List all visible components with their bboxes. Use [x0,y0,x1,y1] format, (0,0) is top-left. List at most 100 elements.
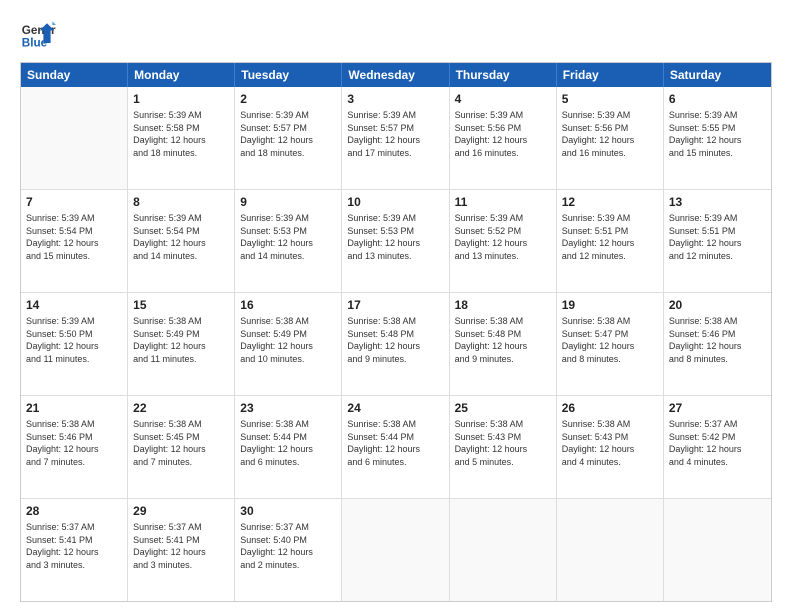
calendar-day-25: 25Sunrise: 5:38 AM Sunset: 5:43 PM Dayli… [450,396,557,498]
day-number: 27 [669,400,766,416]
calendar: SundayMondayTuesdayWednesdayThursdayFrid… [20,62,772,602]
day-number: 29 [133,503,229,519]
day-number: 22 [133,400,229,416]
calendar-empty-cell [557,499,664,601]
day-number: 16 [240,297,336,313]
day-number: 26 [562,400,658,416]
day-info: Sunrise: 5:39 AM Sunset: 5:54 PM Dayligh… [26,212,122,262]
calendar-day-20: 20 Sunrise: 5:38 AM Sunset: 5:46 PM Dayli… [664,293,771,395]
calendar-day-8: 8Sunrise: 5:39 AM Sunset: 5:54 PM Daylig… [128,190,235,292]
day-number: 24 [347,400,443,416]
day-info: Sunrise: 5:39 AM Sunset: 5:53 PM Dayligh… [240,212,336,262]
day-number: 18 [455,297,551,313]
day-info: Sunrise: 5:38 AM Sunset: 5:47 PM Dayligh… [562,315,658,365]
calendar-empty-cell [21,87,128,189]
calendar-day-23: 23 Sunrise: 5:38 AM Sunset: 5:44 PM Dayli… [235,396,342,498]
day-number: 20 [669,297,766,313]
day-number: 3 [347,91,443,107]
day-info: Sunrise: 5:39 AM Sunset: 5:50 PM Dayligh… [26,315,122,365]
day-number: 17 [347,297,443,313]
day-info: Sunrise: 5:38 AM Sunset: 5:45 PM Dayligh… [133,418,229,468]
day-info: Sunrise: 5:39 AM Sunset: 5:51 PM Dayligh… [669,212,766,262]
day-info: Sunrise: 5:38 AM Sunset: 5:49 PM Dayligh… [240,315,336,365]
day-info: Sunrise: 5:38 AM Sunset: 5:43 PM Dayligh… [455,418,551,468]
header: General Blue [20,16,772,52]
calendar-day-5: 5 Sunrise: 5:39 AM Sunset: 5:56 PM Daylig… [557,87,664,189]
calendar-week-4: 21 Sunrise: 5:38 AM Sunset: 5:46 PM Dayli… [21,395,771,498]
calendar-day-14: 14 Sunrise: 5:39 AM Sunset: 5:50 PM Dayli… [21,293,128,395]
calendar-day-6: 6 Sunrise: 5:39 AM Sunset: 5:55 PM Daylig… [664,87,771,189]
day-number: 5 [562,91,658,107]
calendar-empty-cell [664,499,771,601]
calendar-day-2: 2 Sunrise: 5:39 AM Sunset: 5:57 PM Daylig… [235,87,342,189]
header-day-wednesday: Wednesday [342,63,449,87]
day-info: Sunrise: 5:38 AM Sunset: 5:46 PM Dayligh… [669,315,766,365]
calendar-day-3: 3 Sunrise: 5:39 AM Sunset: 5:57 PM Daylig… [342,87,449,189]
header-day-monday: Monday [128,63,235,87]
svg-text:General: General [22,24,56,37]
calendar-week-3: 14 Sunrise: 5:39 AM Sunset: 5:50 PM Dayli… [21,292,771,395]
day-info: Sunrise: 5:39 AM Sunset: 5:58 PM Dayligh… [133,109,229,159]
calendar-day-28: 28Sunrise: 5:37 AM Sunset: 5:41 PM Dayli… [21,499,128,601]
day-info: Sunrise: 5:38 AM Sunset: 5:43 PM Dayligh… [562,418,658,468]
day-info: Sunrise: 5:38 AM Sunset: 5:44 PM Dayligh… [240,418,336,468]
logo-icon: General Blue [20,16,56,52]
calendar-empty-cell [342,499,449,601]
day-number: 21 [26,400,122,416]
day-info: Sunrise: 5:39 AM Sunset: 5:57 PM Dayligh… [347,109,443,159]
calendar-day-9: 9Sunrise: 5:39 AM Sunset: 5:53 PM Daylig… [235,190,342,292]
day-info: Sunrise: 5:38 AM Sunset: 5:48 PM Dayligh… [347,315,443,365]
calendar-header: SundayMondayTuesdayWednesdayThursdayFrid… [21,63,771,87]
day-number: 23 [240,400,336,416]
day-number: 6 [669,91,766,107]
day-info: Sunrise: 5:38 AM Sunset: 5:49 PM Dayligh… [133,315,229,365]
calendar-empty-cell [450,499,557,601]
day-info: Sunrise: 5:39 AM Sunset: 5:53 PM Dayligh… [347,212,443,262]
header-day-sunday: Sunday [21,63,128,87]
day-number: 11 [455,194,551,210]
day-info: Sunrise: 5:38 AM Sunset: 5:48 PM Dayligh… [455,315,551,365]
calendar-day-11: 11 Sunrise: 5:39 AM Sunset: 5:52 PM Dayli… [450,190,557,292]
calendar-day-7: 7Sunrise: 5:39 AM Sunset: 5:54 PM Daylig… [21,190,128,292]
calendar-week-2: 7Sunrise: 5:39 AM Sunset: 5:54 PM Daylig… [21,189,771,292]
calendar-day-15: 15 Sunrise: 5:38 AM Sunset: 5:49 PM Dayli… [128,293,235,395]
calendar-day-18: 18 Sunrise: 5:38 AM Sunset: 5:48 PM Dayli… [450,293,557,395]
calendar-day-26: 26 Sunrise: 5:38 AM Sunset: 5:43 PM Dayli… [557,396,664,498]
logo: General Blue [20,16,56,52]
header-day-friday: Friday [557,63,664,87]
day-info: Sunrise: 5:38 AM Sunset: 5:46 PM Dayligh… [26,418,122,468]
day-number: 1 [133,91,229,107]
day-info: Sunrise: 5:37 AM Sunset: 5:41 PM Dayligh… [133,521,229,571]
day-info: Sunrise: 5:39 AM Sunset: 5:57 PM Dayligh… [240,109,336,159]
day-info: Sunrise: 5:39 AM Sunset: 5:55 PM Dayligh… [669,109,766,159]
calendar-day-16: 16 Sunrise: 5:38 AM Sunset: 5:49 PM Dayli… [235,293,342,395]
calendar-day-27: 27 Sunrise: 5:37 AM Sunset: 5:42 PM Dayli… [664,396,771,498]
day-number: 28 [26,503,122,519]
day-info: Sunrise: 5:37 AM Sunset: 5:42 PM Dayligh… [669,418,766,468]
header-day-saturday: Saturday [664,63,771,87]
day-info: Sunrise: 5:37 AM Sunset: 5:40 PM Dayligh… [240,521,336,571]
calendar-day-24: 24 Sunrise: 5:38 AM Sunset: 5:44 PM Dayli… [342,396,449,498]
calendar-week-1: 1 Sunrise: 5:39 AM Sunset: 5:58 PM Daylig… [21,87,771,189]
calendar-day-10: 10 Sunrise: 5:39 AM Sunset: 5:53 PM Dayli… [342,190,449,292]
day-number: 10 [347,194,443,210]
calendar-day-17: 17 Sunrise: 5:38 AM Sunset: 5:48 PM Dayli… [342,293,449,395]
day-number: 4 [455,91,551,107]
day-info: Sunrise: 5:38 AM Sunset: 5:44 PM Dayligh… [347,418,443,468]
day-info: Sunrise: 5:39 AM Sunset: 5:54 PM Dayligh… [133,212,229,262]
calendar-day-19: 19 Sunrise: 5:38 AM Sunset: 5:47 PM Dayli… [557,293,664,395]
day-number: 15 [133,297,229,313]
day-info: Sunrise: 5:39 AM Sunset: 5:56 PM Dayligh… [455,109,551,159]
day-info: Sunrise: 5:39 AM Sunset: 5:52 PM Dayligh… [455,212,551,262]
day-number: 30 [240,503,336,519]
calendar-day-1: 1 Sunrise: 5:39 AM Sunset: 5:58 PM Daylig… [128,87,235,189]
day-info: Sunrise: 5:39 AM Sunset: 5:51 PM Dayligh… [562,212,658,262]
day-number: 13 [669,194,766,210]
day-info: Sunrise: 5:39 AM Sunset: 5:56 PM Dayligh… [562,109,658,159]
day-number: 19 [562,297,658,313]
calendar-day-13: 13 Sunrise: 5:39 AM Sunset: 5:51 PM Dayli… [664,190,771,292]
page: General Blue SundayMondayTuesdayWednesda… [0,0,792,612]
day-number: 14 [26,297,122,313]
header-day-tuesday: Tuesday [235,63,342,87]
day-number: 2 [240,91,336,107]
